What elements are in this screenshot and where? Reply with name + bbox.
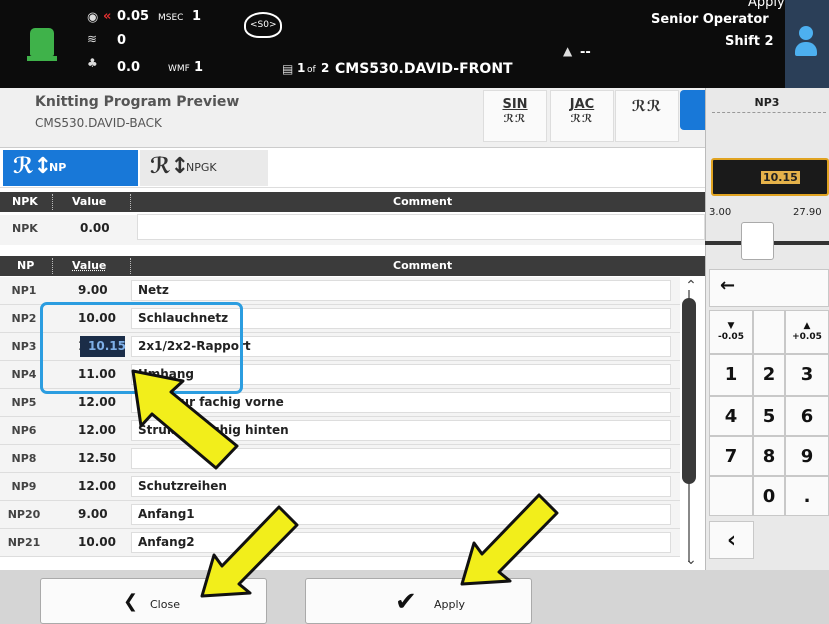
arrow-to-apply-icon	[460, 493, 559, 586]
arrow-to-value-icon	[131, 369, 239, 470]
annotation-arrows	[131, 369, 559, 598]
arrow-to-close-icon	[200, 505, 299, 598]
